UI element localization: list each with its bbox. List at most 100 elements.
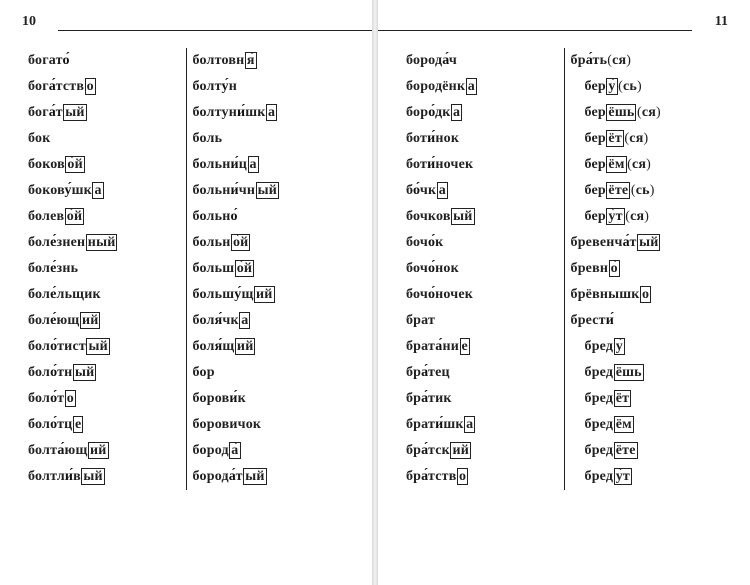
word-entry: бревенча́тый [571, 230, 723, 256]
morpheme-box: о́й [235, 260, 254, 277]
morpheme-box: о́й [65, 208, 84, 225]
paren: ( [627, 157, 632, 172]
word-entry: бор [193, 360, 345, 386]
stress-mark: о́ [50, 391, 57, 406]
morpheme-box: о́й [231, 234, 250, 251]
morpheme-box: о [457, 468, 468, 485]
word-entry: боль [193, 126, 345, 152]
word-entry: боро́дка [406, 100, 558, 126]
word-entry: боти́ночек [406, 152, 558, 178]
page-right: 11 борода́чбородёнкаборо́дкаботи́нокботи… [378, 0, 750, 585]
word-entry: боти́нок [406, 126, 558, 152]
morpheme-box: а [451, 104, 462, 121]
morpheme-box: а [437, 182, 448, 199]
stress-mark: о́ [428, 235, 435, 250]
word-entry: берём(ся) [571, 152, 723, 178]
morpheme-box: я́ [245, 52, 257, 69]
header-rule-right [378, 30, 692, 31]
stress-mark: а́ [421, 469, 428, 484]
morpheme-box: ёшь [606, 104, 636, 121]
word-entry: бредёте [571, 438, 723, 464]
word-entry: бочковый [406, 204, 558, 230]
stress-mark: у́ [64, 183, 71, 198]
morpheme-box: о [640, 286, 651, 303]
morpheme-box: о́ [609, 260, 620, 277]
word-entry: боле́ющий [28, 308, 180, 334]
word-entry: бочо́ночек [406, 282, 558, 308]
morpheme-box: ый [81, 468, 104, 485]
stress-mark: а́ [229, 469, 236, 484]
morpheme-box: у́ [606, 78, 617, 95]
morpheme-box: ём [614, 416, 634, 433]
stress-mark: о́ [63, 53, 70, 68]
stress-mark: а́ [421, 391, 428, 406]
stress-mark: а́ [623, 235, 630, 250]
word-entry: бо́чка [406, 178, 558, 204]
word-entry: бога́тство [28, 74, 180, 100]
morpheme-box: ём [606, 156, 626, 173]
stress-mark: я́ [215, 313, 223, 328]
paren: ( [631, 183, 636, 198]
morpheme-box: а [466, 78, 477, 95]
stress-mark: е́ [50, 287, 56, 302]
word-entry: борода́ [193, 438, 345, 464]
stress-mark: о́ [428, 261, 435, 276]
word-entry: бредёт [571, 386, 723, 412]
word-entry: борода́тый [193, 464, 345, 490]
word-entry: борода́ч [406, 48, 558, 74]
word-entry: боло́тце [28, 412, 180, 438]
paren: ) [650, 183, 655, 198]
morpheme-box: ёт [606, 130, 624, 147]
stress-mark: о́ [50, 365, 57, 380]
page-number-left: 10 [22, 14, 36, 30]
word-entry: бра́тик [406, 386, 558, 412]
paren: ) [646, 157, 651, 172]
word-entry: боково́й [28, 152, 180, 178]
word-entry: большу́щий [193, 282, 345, 308]
stress-mark: а́ [586, 53, 593, 68]
morpheme-box: ый [63, 104, 86, 121]
word-entry: берёшь(ся) [571, 100, 723, 126]
paren: ( [624, 131, 629, 146]
stress-mark: и́ [427, 131, 435, 146]
stress-mark: я́ [215, 339, 223, 354]
word-entry: болтли́вый [28, 464, 180, 490]
morpheme-box: а́ [229, 442, 240, 459]
book-spread: 10 богато́бога́тствобога́тыйбокбоково́йб… [0, 0, 750, 585]
word-entry: болтуни́шка [193, 100, 345, 126]
morpheme-box: е [73, 416, 83, 433]
stress-mark: у́ [234, 287, 241, 302]
stress-mark: о́ [50, 339, 57, 354]
stress-mark: и́ [237, 105, 245, 120]
word-entry: боло́то [28, 386, 180, 412]
stress-mark: и́ [427, 157, 435, 172]
stress-mark: о́ [50, 417, 57, 432]
morpheme-box: а [464, 416, 475, 433]
word-entry: бога́тый [28, 100, 180, 126]
stress-mark: е́ [50, 235, 56, 250]
stress-mark: и́ [435, 417, 443, 432]
paren: ( [637, 105, 642, 120]
morpheme-box: у́т [614, 468, 632, 485]
stress-mark: а́ [57, 443, 64, 458]
stress-mark: о́ [413, 183, 420, 198]
column-4: бра́ть(ся)беру́(сь)берёшь(ся)берёт(ся)бе… [564, 48, 729, 490]
word-entry: боле́зненный [28, 230, 180, 256]
stress-mark: и́ [230, 183, 238, 198]
header-rule-left [58, 30, 372, 31]
morpheme-box: ый [637, 234, 660, 251]
word-entry: берёт(ся) [571, 126, 723, 152]
paren: ) [656, 105, 661, 120]
morpheme-box: ёт [614, 390, 632, 407]
word-entry: боле́льщик [28, 282, 180, 308]
word-entry: брести́ [571, 308, 723, 334]
stress-mark: и́ [606, 313, 614, 328]
morpheme-box: ёшь [614, 364, 644, 381]
word-entry: бочо́к [406, 230, 558, 256]
stress-mark: а́ [421, 365, 428, 380]
paren: ( [625, 209, 630, 224]
word-entry: бок [28, 126, 180, 152]
word-entry: бреду́ [571, 334, 723, 360]
word-entry: болту́н [193, 74, 345, 100]
word-entry: большо́й [193, 256, 345, 282]
